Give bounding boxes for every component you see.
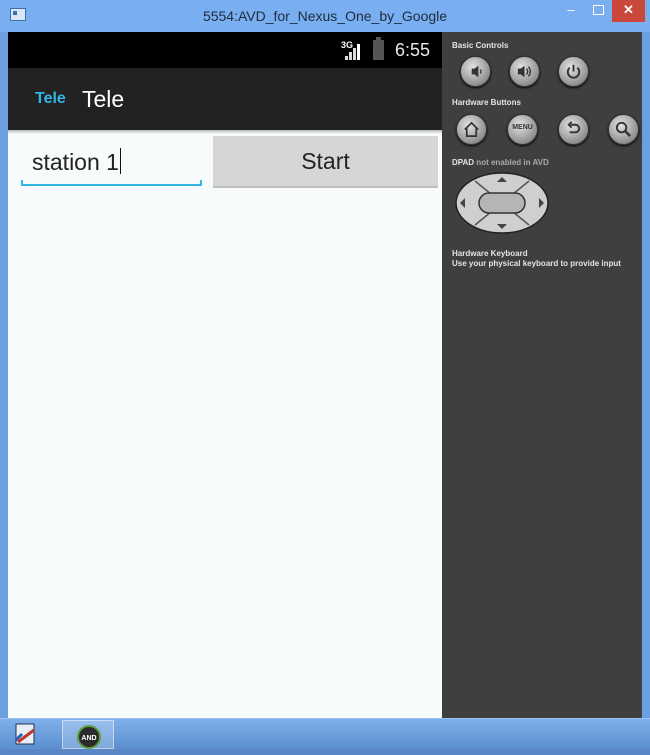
action-bar: Tele Tele [8,68,442,130]
search-icon [615,121,631,137]
start-button[interactable]: Start [213,136,438,188]
status-time: 6:55 [395,40,431,60]
volume-up-button[interactable] [509,56,540,87]
title-bar[interactable]: 5554:AVD_for_Nexus_One_by_Google – ✕ [0,0,650,32]
taskbar-item-sdk-tool[interactable] [4,720,56,749]
menu-button-label: MENU [512,124,533,131]
app-title: Tele [82,86,125,112]
app-icon[interactable]: Tele [35,90,66,108]
home-icon [464,121,479,138]
basic-controls-label: Basic Controls [452,41,509,50]
hardware-buttons-label: Hardware Buttons [452,98,521,107]
taskbar-item-emulator[interactable]: AND [62,720,114,749]
emulator-window: 5554:AVD_for_Nexus_One_by_Google – ✕ 3G … [0,0,650,718]
home-button[interactable] [456,114,487,145]
station-input[interactable]: station 1 [21,142,202,186]
volume-down-button[interactable] [460,56,491,87]
controls-panel: Basic Controls Hardware Buttons MENU DPA… [442,32,642,718]
menu-button[interactable]: MENU [507,114,538,145]
volume-down-icon [471,65,482,78]
power-icon [566,64,581,79]
text-cursor [119,148,121,174]
close-button[interactable]: ✕ [612,0,645,22]
emulator-icon-label: AND [81,735,96,742]
dpad-label: DPAD not enabled in AVD [452,158,549,167]
back-icon [567,121,581,134]
search-button[interactable] [608,114,639,145]
battery-icon [373,37,384,60]
input-underline [21,180,202,186]
maximize-button[interactable] [585,0,611,22]
hardware-keyboard-note: Use your physical keyboard to provide in… [452,259,621,268]
station-input-value: station 1 [32,148,121,175]
sdk-tool-icon [14,723,35,745]
volume-up-icon [517,65,531,78]
back-button[interactable] [558,114,589,145]
action-bar-shadow [8,130,442,134]
minimize-button[interactable]: – [558,0,584,22]
android-emulator-icon: AND [77,725,101,749]
power-button[interactable] [558,56,589,87]
dpad-control[interactable] [455,172,549,234]
device-screen: 3G 6:55 Tele Tele station 1 Start [8,32,442,718]
status-bar: 3G 6:55 [8,32,442,68]
taskbar: AND [0,718,650,749]
dpad-note: not enabled in AVD [474,158,549,167]
hardware-keyboard-label: Hardware Keyboard [452,249,528,258]
window-title: 5554:AVD_for_Nexus_One_by_Google [202,8,448,24]
signal-icon [345,44,363,60]
